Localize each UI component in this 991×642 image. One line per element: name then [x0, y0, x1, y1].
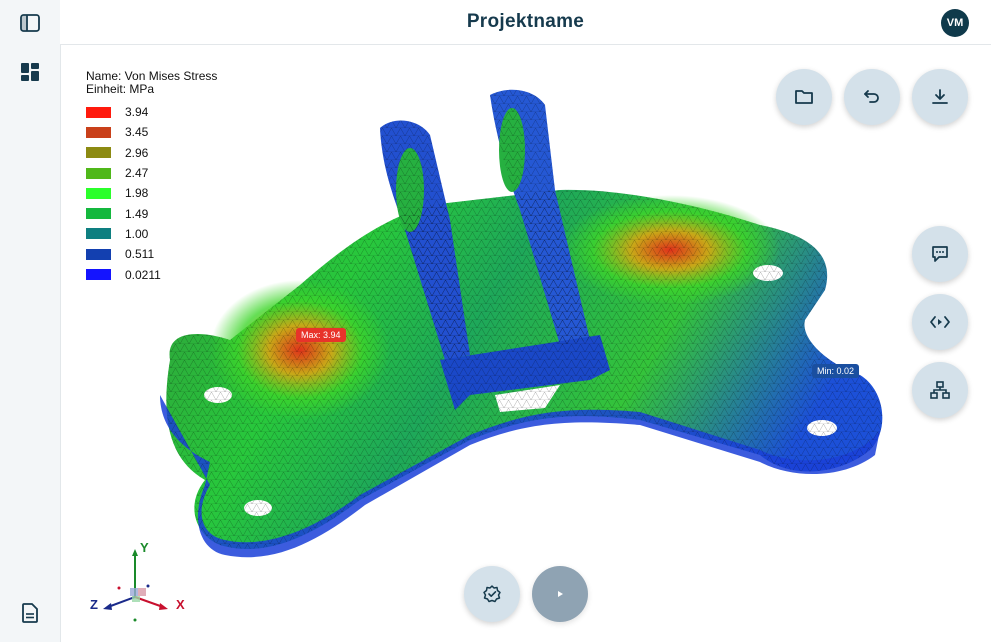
page-title: Projektname [466, 11, 585, 32]
legend-value: 1.00 [125, 226, 149, 241]
legend-swatch [86, 106, 111, 118]
fem-model-view[interactable] [150, 88, 890, 568]
hierarchy-icon [930, 381, 950, 399]
legend-swatch [86, 167, 111, 179]
verify-button[interactable] [464, 566, 520, 622]
legend-swatch [86, 228, 111, 240]
axes-gizmo: Y X Z [90, 540, 185, 622]
axis-z-label: Z [90, 597, 98, 612]
avatar[interactable]: VM [941, 9, 969, 37]
legend-swatch [86, 208, 111, 220]
sidebar [0, 0, 61, 642]
legend-swatch [86, 147, 111, 159]
legend-value: 1.98 [125, 186, 149, 201]
undo-button[interactable] [844, 69, 900, 125]
legend-swatch [86, 248, 111, 260]
comment-icon [932, 246, 948, 262]
badge-check-icon [483, 585, 501, 603]
comment-button[interactable] [912, 226, 968, 282]
legend-swatch [86, 126, 111, 138]
legend-swatch [86, 187, 111, 199]
legend-value: 2.47 [125, 166, 149, 181]
dashboard-icon[interactable] [15, 57, 45, 87]
folder-icon [795, 90, 813, 104]
sidebar-toggle-icon[interactable] [15, 8, 45, 38]
code-icon [930, 316, 950, 328]
hierarchy-button[interactable] [912, 362, 968, 418]
header: Projektname VM [60, 0, 991, 45]
axis-y-label: Y [140, 540, 149, 555]
legend-value: 3.45 [125, 125, 149, 140]
download-icon [932, 89, 948, 104]
undo-icon [864, 90, 879, 103]
legend-swatch [86, 269, 111, 281]
legend-value: 1.49 [125, 206, 149, 221]
play-button[interactable] [532, 566, 588, 622]
open-folder-button[interactable] [776, 69, 832, 125]
download-button[interactable] [912, 69, 968, 125]
min-marker: Min: 0.02 [812, 364, 860, 378]
play-icon [558, 591, 563, 597]
legend-value: 2.96 [125, 145, 149, 160]
document-icon[interactable] [15, 598, 45, 628]
code-button[interactable] [912, 294, 968, 350]
legend-value: 3.94 [125, 105, 149, 120]
axis-x-label: X [176, 597, 185, 612]
max-marker: Max: 3.94 [296, 328, 346, 342]
